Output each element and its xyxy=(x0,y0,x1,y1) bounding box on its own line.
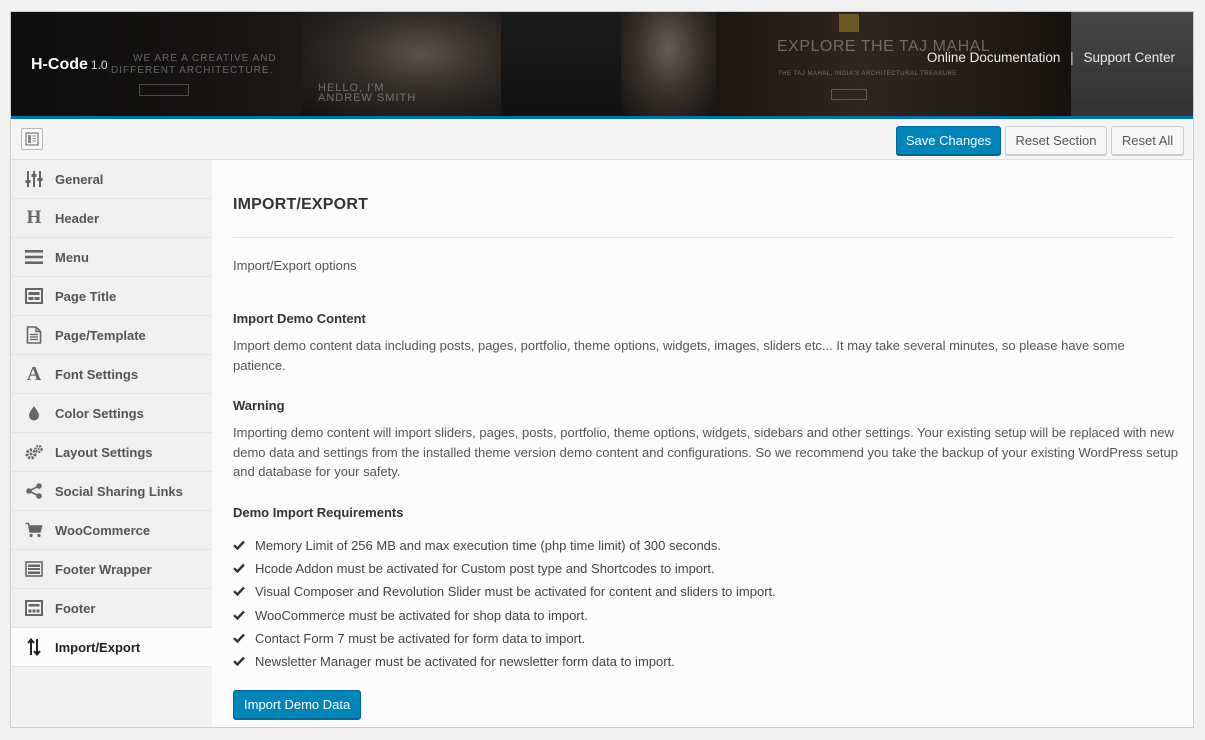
banner-hello-2: ANDREW SMITH xyxy=(318,92,417,104)
sliders-icon xyxy=(24,169,44,189)
check-icon xyxy=(233,654,255,669)
footer-icon xyxy=(24,598,44,618)
import-demo-heading: Import Demo Content xyxy=(233,311,366,326)
check-icon xyxy=(233,538,255,553)
requirement-text: Visual Composer and Revolution Slider mu… xyxy=(255,584,776,600)
warning-heading: Warning xyxy=(233,398,285,413)
link-separator: | xyxy=(1070,50,1074,65)
banner-logo-shape xyxy=(839,14,859,32)
sidebar-item-general[interactable]: General xyxy=(11,160,212,199)
requirements-list: Memory Limit of 256 MB and max execution… xyxy=(233,534,776,673)
requirement-text: Memory Limit of 256 MB and max execution… xyxy=(255,538,722,554)
section-title: IMPORT/EXPORT xyxy=(233,196,369,213)
sidebar-item-color-settings[interactable]: Color Settings xyxy=(11,394,212,433)
sidebar-item-label: Footer xyxy=(55,600,96,616)
sidebar-item-label: Header xyxy=(55,210,100,226)
import-demo-description: Import demo content data including posts… xyxy=(233,338,1125,373)
sidebar-item-label: Page/Template xyxy=(55,327,146,343)
sidebar-item-label: Color Settings xyxy=(55,405,144,421)
sidebar-item-font-settings[interactable]: A Font Settings xyxy=(11,355,212,394)
banner-explore-button-shape xyxy=(831,89,867,100)
footer-wrapper-icon xyxy=(24,559,44,579)
sidebar-item-label: General xyxy=(55,171,104,187)
sidebar-item-layout-settings[interactable]: Layout Settings xyxy=(11,433,212,472)
sidebar-item-menu[interactable]: Menu xyxy=(11,238,212,277)
brand-version: 1.0 xyxy=(90,58,108,72)
sidebar-item-footer-wrapper[interactable]: Footer Wrapper xyxy=(11,550,212,589)
sidebar-item-label: Menu xyxy=(55,249,89,265)
list-item: Memory Limit of 256 MB and max execution… xyxy=(233,534,776,557)
support-center-link[interactable]: Support Center xyxy=(1083,50,1175,65)
sidebar-item-label: Social Sharing Links xyxy=(55,483,183,499)
header-banner: WE ARE A CREATIVE AND DIFFERENT ARCHITEC… xyxy=(11,12,1193,119)
sidebar-item-page-template[interactable]: Page/Template xyxy=(11,316,212,355)
banner-explore-sub: THE TAJ MAHAL, INDIA'S ARCHITECTURAL TRE… xyxy=(778,71,957,77)
header-links: Online Documentation | Support Center xyxy=(927,50,1175,65)
sidebar-item-label: Import/Export xyxy=(55,639,141,655)
sidebar-item-label: WooCommerce xyxy=(55,522,151,538)
document-icon xyxy=(24,325,44,345)
requirements-heading: Demo Import Requirements xyxy=(233,505,404,520)
sidebar-item-page-title[interactable]: Page Title xyxy=(11,277,212,316)
sidebar-item-woocommerce[interactable]: WooCommerce xyxy=(11,511,212,550)
sidebar-item-social-sharing-links[interactable]: Social Sharing Links xyxy=(11,472,212,511)
list-item: Contact Form 7 must be activated for for… xyxy=(233,627,776,650)
header-h-icon: H xyxy=(26,207,42,228)
options-sidebar: General H Header Menu Page Title Page/Te… xyxy=(11,160,213,727)
toolbar: Save Changes Reset Section Reset All xyxy=(11,119,1193,160)
options-panel: WE ARE A CREATIVE AND DIFFERENT ARCHITEC… xyxy=(10,11,1194,728)
check-icon xyxy=(233,584,255,599)
requirement-text: Hcode Addon must be activated for Custom… xyxy=(255,561,715,577)
page-title-icon xyxy=(24,286,44,306)
check-icon xyxy=(233,608,255,623)
section-divider xyxy=(233,237,1174,238)
banner-tagline-2: DIFFERENT ARCHITECTURE. xyxy=(111,65,274,76)
sidebar-item-label: Footer Wrapper xyxy=(55,561,152,577)
list-item: Newsletter Manager must be activated for… xyxy=(233,650,776,673)
section-subtitle: Import/Export options xyxy=(233,258,357,273)
online-documentation-link[interactable]: Online Documentation xyxy=(927,50,1061,65)
check-icon xyxy=(233,561,255,576)
sidebar-item-import-export[interactable]: Import/Export xyxy=(11,628,212,667)
sidebar-item-label: Page Title xyxy=(55,288,117,304)
main-content: IMPORT/EXPORT Import/Export options Impo… xyxy=(212,160,1193,727)
expand-options-icon xyxy=(25,132,39,146)
share-icon xyxy=(24,481,44,501)
brand-title: H-Code 1.0 xyxy=(31,56,108,74)
list-item: WooCommerce must be activated for shop d… xyxy=(233,604,776,627)
expand-options-button[interactable] xyxy=(21,128,43,150)
sidebar-item-footer[interactable]: Footer xyxy=(11,589,212,628)
sidebar-item-label: Layout Settings xyxy=(55,444,153,460)
banner-button-shape xyxy=(139,84,189,96)
reset-section-button[interactable]: Reset Section xyxy=(1005,126,1107,155)
list-item: Hcode Addon must be activated for Custom… xyxy=(233,557,776,580)
requirement-text: Contact Form 7 must be activated for for… xyxy=(255,630,586,646)
gears-icon xyxy=(24,442,44,462)
reset-all-button[interactable]: Reset All xyxy=(1111,126,1184,155)
brand-name: H-Code xyxy=(31,56,88,73)
check-icon xyxy=(233,631,255,646)
import-demo-data-button[interactable]: Import Demo Data xyxy=(233,690,362,719)
sidebar-item-label: Font Settings xyxy=(55,366,139,382)
menu-bars-icon xyxy=(24,247,44,267)
requirement-text: WooCommerce must be activated for shop d… xyxy=(255,607,588,623)
cart-icon xyxy=(24,520,44,540)
warning-description: Importing demo content will import slide… xyxy=(233,425,1178,479)
color-drop-icon xyxy=(24,403,44,423)
save-changes-button[interactable]: Save Changes xyxy=(896,126,1001,155)
import-export-icon xyxy=(24,637,44,657)
font-a-icon: A xyxy=(26,362,42,385)
sidebar-item-header[interactable]: H Header xyxy=(11,199,212,238)
requirement-text: Newsletter Manager must be activated for… xyxy=(255,654,675,670)
list-item: Visual Composer and Revolution Slider mu… xyxy=(233,580,776,603)
